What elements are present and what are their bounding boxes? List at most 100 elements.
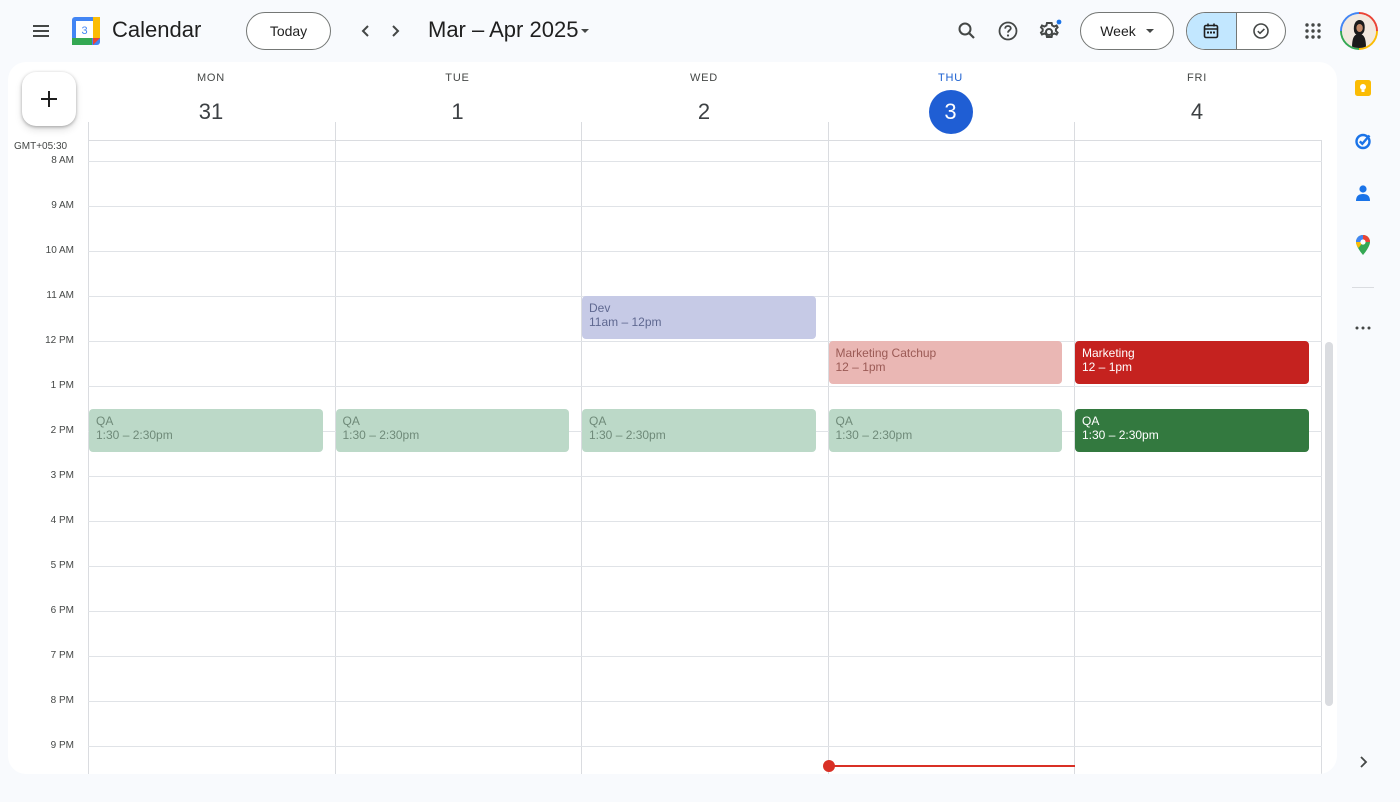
- hour-gridline: [88, 521, 1322, 522]
- day-header: TUE 1: [335, 62, 581, 140]
- event-title: QA: [342, 413, 360, 428]
- contacts-icon[interactable]: [1349, 179, 1377, 207]
- hour-gridline: [88, 251, 1322, 252]
- hour-label: 9 PM: [50, 740, 74, 751]
- day-of-week-label: TUE: [445, 72, 470, 84]
- day-of-week-label: THU: [937, 72, 963, 84]
- day-column-divider: [1074, 140, 1075, 774]
- header-column-separator: [334, 122, 336, 140]
- app-title: Calendar: [112, 17, 202, 42]
- caret-down-icon[interactable]: [576, 21, 594, 41]
- settings-icon[interactable]: [1035, 16, 1065, 46]
- event-title: Marketing Catchup: [835, 346, 937, 360]
- event-block[interactable]: QA 1:30 – 2:30pm: [582, 408, 816, 452]
- day-column-divider: [1320, 140, 1322, 774]
- view-selector[interactable]: Week: [1080, 12, 1174, 50]
- hour-label: 2 PM: [50, 425, 74, 436]
- current-time-dot: [823, 760, 835, 772]
- day-number[interactable]: 1: [436, 90, 480, 134]
- calendar-tasks-toggle: [1186, 12, 1286, 50]
- keep-icon[interactable]: [1349, 74, 1377, 102]
- hour-gridline: [88, 611, 1322, 612]
- scrollbar[interactable]: [1325, 342, 1333, 706]
- event-block[interactable]: QA 1:30 – 2:30pm: [828, 408, 1062, 452]
- day-of-week-label: FRI: [1186, 72, 1208, 84]
- event-block[interactable]: Marketing 12 – 1pm: [1075, 341, 1309, 384]
- event-title: QA: [1082, 413, 1100, 428]
- day-of-week-label: WED: [689, 72, 719, 84]
- hour-gridline: [88, 476, 1322, 477]
- hour-label: 1 PM: [50, 380, 74, 391]
- avatar-photo: [1342, 14, 1376, 48]
- hour-label: 8 PM: [50, 695, 74, 706]
- event-title: QA: [589, 413, 607, 428]
- top-bar: 3 Calendar Today Mar – Apr 2025 Week: [0, 0, 1400, 62]
- previous-week-icon[interactable]: [352, 16, 380, 46]
- day-header: FRI 4: [1074, 62, 1320, 140]
- expand-panel-icon[interactable]: [1349, 748, 1377, 776]
- day-number[interactable]: 3: [928, 90, 973, 134]
- hour-gridline: [88, 386, 1322, 387]
- next-week-icon[interactable]: [381, 16, 409, 46]
- hour-label: 5 PM: [50, 560, 74, 571]
- event-block[interactable]: QA 1:30 – 2:30pm: [89, 408, 323, 452]
- time-grid[interactable]: 8 AM 9 AM 10 AM 11 AM 12 PM 1 PM 2 PM 3 PM 4 PM 5…: [8, 140, 1337, 774]
- event-block[interactable]: Dev 11am – 12pm: [582, 296, 816, 339]
- calendar-icon: [1203, 23, 1219, 39]
- search-icon[interactable]: [952, 16, 982, 46]
- current-time-line: [828, 765, 1075, 767]
- hour-label: 8 AM: [51, 155, 74, 166]
- day-column-divider: [581, 140, 582, 774]
- event-title: QA: [96, 413, 114, 428]
- event-time: 1:30 – 2:30pm: [589, 427, 666, 442]
- day-column-divider: [334, 140, 336, 774]
- apps-grid-icon[interactable]: [1298, 16, 1328, 46]
- hour-gridline: [88, 206, 1322, 207]
- tasks-view-toggle[interactable]: [1237, 13, 1286, 49]
- calendar-view-toggle[interactable]: [1187, 13, 1237, 49]
- day-number[interactable]: 2: [682, 90, 726, 134]
- header-column-separator: [1074, 122, 1075, 140]
- caret-down-icon: [1145, 28, 1154, 33]
- event-block[interactable]: QA 1:30 – 2:30pm: [335, 408, 569, 452]
- account-avatar[interactable]: [1340, 12, 1378, 50]
- hour-gridline: [88, 161, 1322, 162]
- hour-label: 6 PM: [50, 605, 74, 616]
- header-column-separator: [827, 122, 829, 140]
- header-column-separator: [88, 122, 89, 140]
- hour-gridline: [88, 746, 1322, 747]
- date-range-title[interactable]: Mar – Apr 2025: [428, 17, 578, 43]
- create-button[interactable]: [22, 72, 76, 126]
- hour-label: 7 PM: [50, 650, 74, 661]
- event-time: 1:30 – 2:30pm: [835, 427, 913, 442]
- logo-day: 3: [81, 25, 87, 37]
- calendar-logo-icon[interactable]: 3: [71, 16, 101, 46]
- help-icon[interactable]: [993, 16, 1023, 46]
- tasks-icon[interactable]: [1349, 127, 1377, 155]
- plus-icon: [41, 91, 57, 107]
- event-time: 11am – 12pm: [589, 315, 662, 329]
- header-column-separator: [581, 122, 582, 140]
- event-title: Marketing: [1082, 346, 1135, 360]
- day-header: WED 2: [581, 62, 827, 140]
- hour-label: 4 PM: [50, 515, 74, 526]
- day-number[interactable]: 4: [1175, 90, 1219, 134]
- menu-icon[interactable]: [26, 16, 56, 46]
- hour-label: 10 AM: [45, 245, 74, 256]
- more-icon[interactable]: [1349, 314, 1377, 342]
- event-time: 12 – 1pm: [835, 360, 886, 374]
- hour-label: 11 AM: [46, 290, 74, 301]
- event-block[interactable]: Marketing Catchup 12 – 1pm: [828, 341, 1062, 384]
- day-column-divider: [827, 140, 829, 774]
- task-check-icon: [1252, 23, 1269, 39]
- day-number[interactable]: 31: [189, 90, 233, 134]
- event-time: 1:30 – 2:30pm: [1082, 427, 1159, 442]
- today-button[interactable]: Today: [246, 12, 331, 50]
- maps-icon[interactable]: [1349, 231, 1377, 259]
- event-block[interactable]: QA 1:30 – 2:30pm: [1075, 408, 1309, 452]
- hour-label: 3 PM: [50, 470, 74, 481]
- event-title: QA: [835, 413, 853, 428]
- day-header: THU 3: [828, 62, 1074, 140]
- day-column-divider: [88, 140, 89, 774]
- event-time: 1:30 – 2:30pm: [96, 427, 173, 442]
